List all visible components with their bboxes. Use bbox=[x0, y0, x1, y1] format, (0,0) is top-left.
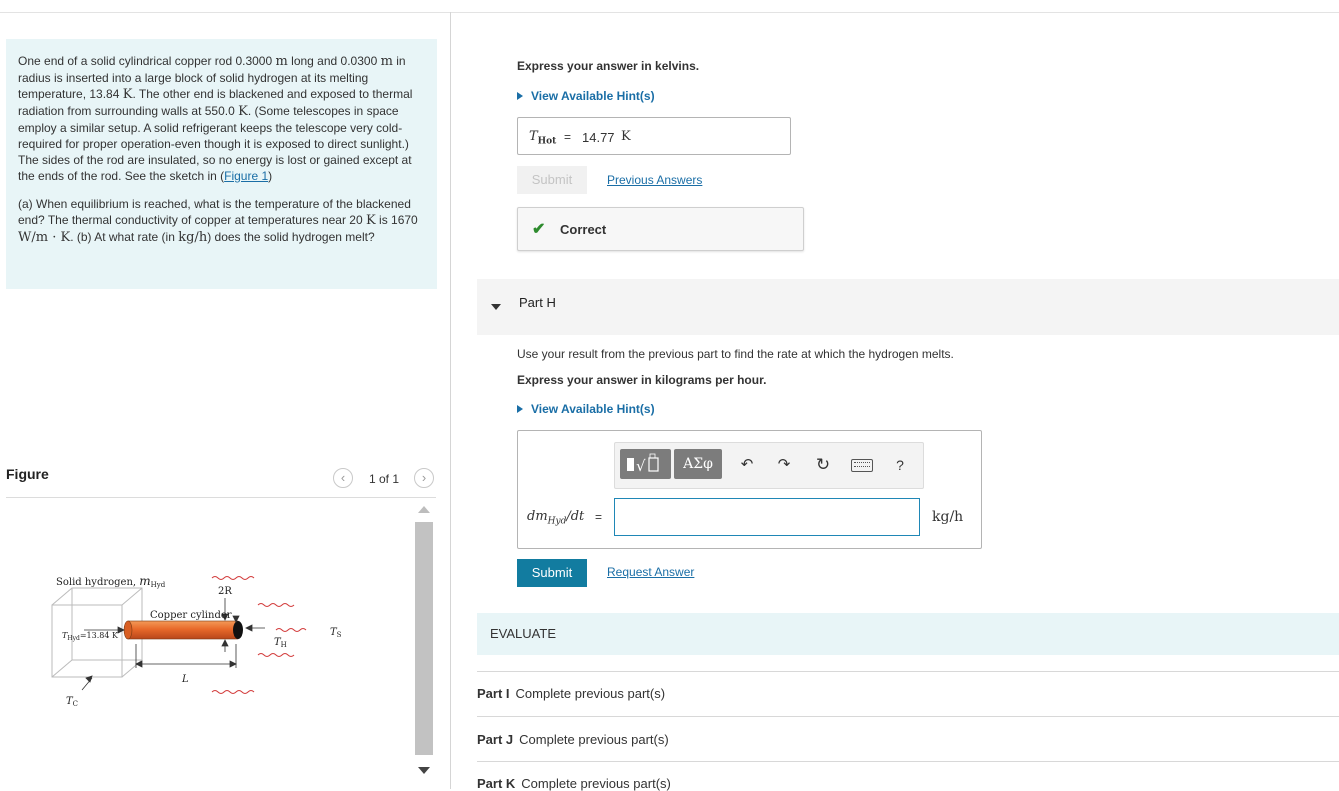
fig-label-2r: 2R bbox=[218, 586, 232, 597]
scroll-up-arrow-icon[interactable] bbox=[418, 506, 430, 513]
correct-feedback: ✔ Correct bbox=[517, 207, 804, 251]
request-answer-link[interactable]: Request Answer bbox=[607, 565, 694, 579]
fig-label-th: TH bbox=[274, 637, 287, 649]
panel-divider bbox=[450, 12, 451, 789]
checkmark-icon: ✔ bbox=[532, 221, 546, 238]
greek-symbols-button[interactable]: ΑΣφ bbox=[674, 449, 722, 479]
part-h-answer-input[interactable] bbox=[614, 498, 920, 536]
part-g-express: Express your answer in kelvins. bbox=[517, 59, 700, 73]
part-h-variable: dmHyd/dt bbox=[527, 509, 585, 527]
problem-paragraph-2: (a) When equilibrium is reached, what is… bbox=[18, 197, 418, 245]
problem-statement: One end of a solid cylindrical copper ro… bbox=[6, 39, 437, 289]
scroll-down-arrow-icon[interactable] bbox=[418, 767, 430, 774]
fig-label-copper: Copper cylinder bbox=[150, 610, 232, 621]
figure-scrollbar-thumb[interactable] bbox=[415, 522, 433, 755]
chevron-left-icon: ‹ bbox=[340, 470, 346, 485]
previous-answers-link[interactable]: Previous Answers bbox=[607, 173, 702, 187]
figure-divider bbox=[6, 497, 436, 498]
evaluate-section-header: EVALUATE bbox=[477, 613, 1339, 655]
templates-button[interactable]: √ bbox=[620, 449, 671, 479]
figure-pager-text: 1 of 1 bbox=[369, 472, 400, 486]
keyboard-icon[interactable] bbox=[851, 459, 873, 472]
part-h-header[interactable]: Part H bbox=[477, 279, 1339, 335]
figure-next-button[interactable]: › bbox=[414, 468, 434, 488]
part-g-unit: K bbox=[621, 129, 631, 144]
fig-label-tc: TC bbox=[66, 696, 78, 708]
fig-label-ts: TS bbox=[330, 627, 342, 639]
part-j-row: Part J Complete previous part(s) bbox=[477, 732, 669, 747]
svg-text:√: √ bbox=[636, 457, 646, 475]
chevron-right-icon: › bbox=[421, 470, 427, 485]
part-g-variable: THot bbox=[529, 129, 557, 147]
triangle-right-icon bbox=[517, 405, 523, 413]
help-icon[interactable]: ? bbox=[889, 454, 911, 476]
part-g-hint-toggle[interactable]: View Available Hint(s) bbox=[517, 89, 655, 103]
fig-label-thyd: THyd=13.84 K bbox=[62, 631, 119, 642]
part-g-answer-value: 14.77 bbox=[582, 130, 615, 145]
collapse-triangle-icon bbox=[491, 304, 501, 310]
part-divider bbox=[477, 761, 1339, 762]
figure-link[interactable]: Figure 1 bbox=[224, 169, 268, 183]
top-divider bbox=[0, 12, 1339, 13]
part-g-submit-button: Submit bbox=[517, 166, 587, 194]
problem-paragraph-1: One end of a solid cylindrical copper ro… bbox=[18, 54, 413, 183]
templates-icon: √ bbox=[627, 453, 659, 475]
part-h-unit: kg/h bbox=[932, 509, 964, 525]
part-h-submit-button[interactable]: Submit bbox=[517, 559, 587, 587]
part-divider bbox=[477, 671, 1339, 672]
figure-prev-button[interactable]: ‹ bbox=[333, 468, 353, 488]
redo-icon[interactable]: ↷ bbox=[773, 454, 795, 476]
part-i-row: Part I Complete previous part(s) bbox=[477, 686, 666, 701]
copper-rod-figure: Solid hydrogen, mHyd 2R Copper cylinder … bbox=[51, 574, 342, 708]
fig-label-solid-hydrogen: Solid hydrogen, mHyd bbox=[56, 574, 166, 589]
reset-icon[interactable]: ↻ bbox=[812, 454, 834, 476]
part-h-hint-toggle[interactable]: View Available Hint(s) bbox=[517, 402, 655, 416]
undo-icon[interactable]: ↶ bbox=[736, 454, 758, 476]
part-h-instruction: Use your result from the previous part t… bbox=[517, 347, 954, 361]
part-divider bbox=[477, 716, 1339, 717]
fig-label-l: L bbox=[181, 674, 189, 685]
triangle-right-icon bbox=[517, 92, 523, 100]
part-g-answer-field: THot = 14.77 K bbox=[517, 117, 791, 155]
part-h-express: Express your answer in kilograms per hou… bbox=[517, 373, 767, 387]
figure-title: Figure bbox=[6, 466, 49, 482]
